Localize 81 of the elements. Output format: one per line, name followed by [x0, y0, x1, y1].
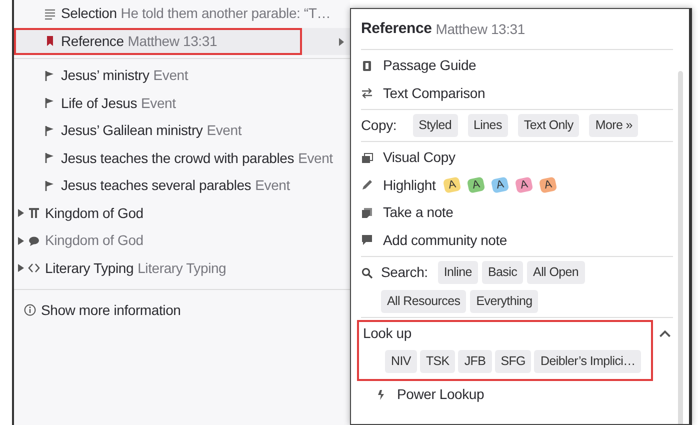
- menu-item[interactable]: Kingdom of God: [14, 227, 350, 254]
- item-label: Reference: [61, 32, 124, 51]
- item-label: Selection: [61, 4, 117, 24]
- menu-item[interactable]: Literary Typing Literary Typing: [14, 254, 350, 282]
- item-label: Life of Jesus: [61, 94, 137, 113]
- submenu-reference: Matthew 13:31: [436, 20, 525, 38]
- item-type: Literary Typing: [138, 258, 226, 278]
- menu-item[interactable]: Passage Guide: [383, 55, 476, 76]
- menu-item[interactable]: Text Comparison: [383, 82, 486, 104]
- chip-button[interactable]: Everything: [470, 290, 538, 313]
- menu-item[interactable]: Power Lookup: [397, 384, 484, 406]
- chip-button[interactable]: NIV: [385, 350, 417, 373]
- item-label: Jesus teaches several parables: [61, 176, 252, 196]
- flag-icon: [44, 152, 56, 164]
- item-type: Event: [298, 148, 333, 168]
- highlight-swatch[interactable]: A: [514, 176, 533, 194]
- section-label: Look up: [363, 324, 412, 343]
- item-type: Matthew 13:31: [128, 32, 218, 51]
- chip-button[interactable]: Styled: [412, 114, 458, 137]
- item-type: He told them another parable: “T…: [120, 4, 331, 24]
- lines-icon: [44, 8, 56, 20]
- clipboard-icon: [361, 60, 373, 72]
- info-icon: [24, 304, 36, 316]
- item-type: Event: [206, 121, 242, 140]
- menu-item[interactable]: Take a note: [383, 202, 454, 224]
- speech-bubble-icon: [28, 234, 40, 247]
- item-label: Kingdom of God: [45, 231, 144, 250]
- chip-button[interactable]: SFG: [494, 350, 532, 373]
- item-type: Event: [141, 94, 176, 113]
- pencil-icon: [361, 179, 373, 192]
- search-icon: [361, 266, 373, 278]
- submenu-title: Reference: [361, 18, 432, 39]
- flag-icon: [44, 70, 56, 82]
- menu-item[interactable]: Visual Copy: [383, 147, 456, 168]
- row-label: Copy:: [361, 116, 397, 135]
- flag-icon: [44, 180, 56, 192]
- menu-item[interactable]: Kingdom of God: [14, 200, 350, 227]
- item-label: Jesus teaches the crowd with parables: [61, 148, 294, 168]
- chip-button[interactable]: Basic: [482, 261, 524, 284]
- item-label: Literary Typing: [45, 258, 134, 278]
- chip-button[interactable]: Text Only: [518, 114, 580, 137]
- highlight-swatch[interactable]: A: [442, 176, 461, 194]
- menu-item[interactable]: Life of Jesus Event: [14, 90, 350, 117]
- row-label: Search:: [381, 263, 428, 282]
- item-type: Event: [255, 176, 290, 196]
- chip-button[interactable]: Inline: [438, 261, 478, 284]
- chip-button[interactable]: Lines: [468, 114, 508, 137]
- item-type: Event: [153, 66, 188, 86]
- menu-item[interactable]: Jesus’ ministry Event: [14, 62, 350, 90]
- chip-button[interactable]: JFB: [458, 350, 492, 373]
- code-icon: [28, 262, 40, 274]
- menu-item[interactable]: Selection He told them another parable: “T…: [14, 0, 350, 28]
- item-label: Kingdom of God: [45, 204, 144, 223]
- swap-arrows-icon: [361, 87, 373, 100]
- scrollbar[interactable]: [678, 71, 683, 424]
- item-label: Jesus’ Galilean ministry: [61, 121, 203, 140]
- menu-item[interactable]: Jesus teaches the crowd with parables Event: [14, 144, 350, 172]
- flag-icon: [44, 97, 56, 110]
- item-label: Jesus’ ministry: [61, 66, 150, 86]
- bookmark-icon: [44, 35, 56, 48]
- highlight-swatch[interactable]: A: [538, 176, 557, 194]
- chip-button[interactable]: More »: [589, 114, 638, 137]
- chip-button[interactable]: TSK: [420, 350, 456, 373]
- chip-button[interactable]: Deibler’s Implici…: [534, 350, 642, 373]
- comment-icon: [361, 234, 373, 246]
- bolt-icon: [375, 388, 387, 401]
- note-icon: [361, 206, 373, 219]
- menu-item[interactable]: Jesus’ Galilean ministry Event: [14, 117, 350, 144]
- menu-item[interactable]: Jesus teaches several parables Event: [14, 172, 350, 200]
- highlight-swatch[interactable]: A: [490, 176, 509, 194]
- highlight-button[interactable]: Highlight: [383, 174, 436, 196]
- chip-button[interactable]: All Open: [527, 261, 585, 284]
- menu-item[interactable]: Reference Matthew 13:31: [14, 28, 350, 55]
- stacked-pages-icon: [361, 152, 373, 164]
- highlight-swatch[interactable]: A: [466, 176, 485, 194]
- info-link[interactable]: Show more information: [14, 293, 350, 327]
- submenu-arrow-icon: [339, 38, 344, 46]
- pillar-icon: [28, 207, 40, 220]
- chip-button[interactable]: All Resources: [381, 290, 466, 313]
- flag-icon: [44, 124, 56, 137]
- menu-item[interactable]: Add community note: [383, 230, 508, 251]
